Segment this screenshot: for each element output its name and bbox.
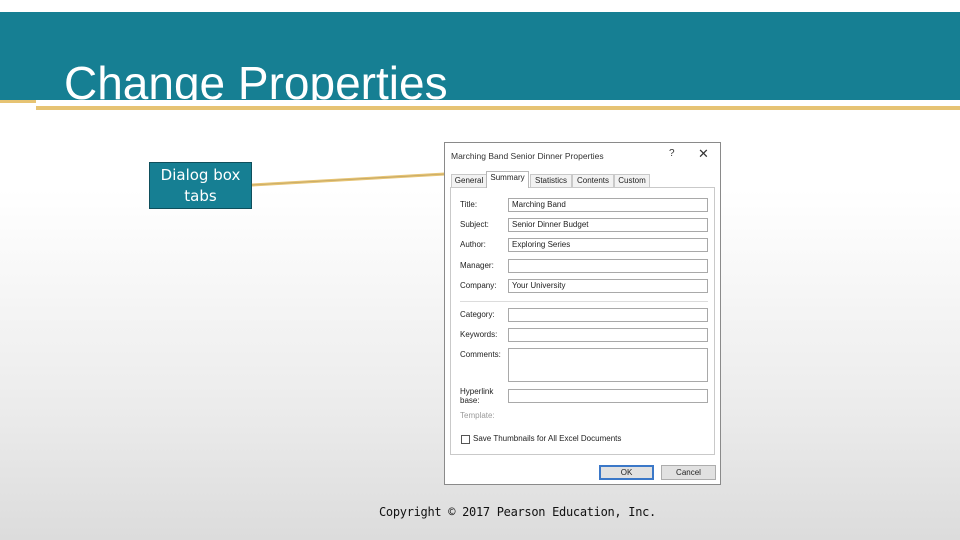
- close-icon[interactable]: ✕: [698, 146, 709, 162]
- tab-general[interactable]: General: [451, 174, 487, 187]
- hyperlink-base-label: base:: [460, 396, 480, 405]
- title-label: Title:: [460, 200, 478, 209]
- copyright-text: Copyright © 2017 Pearson Education, Inc.: [379, 505, 656, 519]
- tab-summary[interactable]: Summary: [486, 171, 529, 188]
- title-field[interactable]: Marching Band: [508, 198, 708, 212]
- save-thumbnails-label: Save Thumbnails for All Excel Documents: [473, 434, 622, 443]
- template-label: Template:: [460, 411, 495, 420]
- tab-custom[interactable]: Custom: [614, 174, 650, 187]
- dialog-title: Marching Band Senior Dinner Properties: [451, 151, 604, 161]
- manager-label: Manager:: [460, 261, 494, 270]
- hyperlink-base-field[interactable]: [508, 389, 708, 403]
- save-thumbnails-checkbox[interactable]: [461, 435, 470, 444]
- ok-button[interactable]: OK: [599, 465, 654, 480]
- cancel-button[interactable]: Cancel: [661, 465, 716, 480]
- tab-statistics[interactable]: Statistics: [530, 174, 572, 187]
- summary-panel: Title: Marching Band Subject: Senior Din…: [450, 187, 715, 455]
- author-field[interactable]: Exploring Series: [508, 238, 708, 252]
- help-icon[interactable]: ?: [669, 148, 675, 159]
- manager-field[interactable]: [508, 259, 708, 273]
- category-label: Category:: [460, 310, 495, 319]
- subject-field[interactable]: Senior Dinner Budget: [508, 218, 708, 232]
- comments-label: Comments:: [460, 350, 501, 359]
- properties-dialog: Marching Band Senior Dinner Properties ?…: [444, 142, 721, 485]
- field-separator: [460, 301, 708, 302]
- company-field[interactable]: Your University: [508, 279, 708, 293]
- category-field[interactable]: [508, 308, 708, 322]
- keywords-field[interactable]: [508, 328, 708, 342]
- comments-field[interactable]: [508, 348, 708, 382]
- subject-label: Subject:: [460, 220, 489, 229]
- tab-contents[interactable]: Contents: [572, 174, 614, 187]
- keywords-label: Keywords:: [460, 330, 498, 339]
- company-label: Company:: [460, 281, 497, 290]
- author-label: Author:: [460, 240, 486, 249]
